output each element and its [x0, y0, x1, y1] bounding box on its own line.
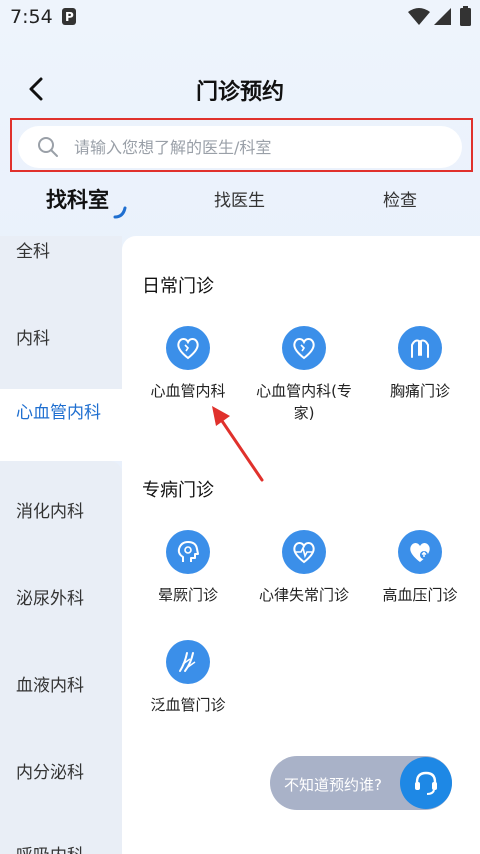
status-bar: 7:54 P	[0, 0, 480, 36]
sidebar-item-internal[interactable]: 内科	[0, 325, 122, 353]
section-title-daily: 日常门诊	[142, 276, 214, 297]
sidebar-item-general[interactable]: 全科	[0, 238, 122, 266]
tab-examination[interactable]: 检查	[383, 186, 417, 211]
annotation-arrow-icon	[212, 406, 264, 482]
signal-icon	[434, 8, 451, 25]
status-time: 7:54	[10, 6, 53, 28]
sidebar-item-urology[interactable]: 泌尿外科	[0, 585, 122, 613]
dept-syncope[interactable]: 晕厥门诊	[132, 530, 244, 606]
dept-label: 心律失常门诊	[258, 586, 349, 604]
tab-active-indicator	[113, 206, 127, 219]
tab-find-department[interactable]: 找科室	[46, 184, 109, 214]
search-input[interactable]	[74, 128, 444, 166]
vessel-icon	[166, 640, 210, 684]
page-title: 门诊预约	[195, 80, 284, 105]
dept-label: 心血管内科	[150, 382, 226, 400]
headset-icon[interactable]	[400, 757, 452, 809]
sidebar-item-cardiovascular[interactable]: 心血管内科	[0, 389, 122, 461]
dept-label: 高血压门诊	[382, 586, 458, 604]
dept-panvascular[interactable]: 泛血管门诊	[132, 640, 244, 716]
dept-chest-pain[interactable]: 胸痛门诊	[364, 326, 476, 402]
battery-icon	[460, 6, 471, 26]
dept-label: 泛血管门诊	[150, 696, 226, 714]
dept-cardiovascular[interactable]: 心血管内科	[132, 326, 244, 402]
heart-pressure-icon	[398, 530, 442, 574]
svg-text:P: P	[65, 10, 74, 24]
sidebar-item-endocrine[interactable]: 内分泌科	[0, 759, 122, 787]
sidebar-item-hematology[interactable]: 血液内科	[0, 672, 122, 700]
dept-arrhythmia[interactable]: 心律失常门诊	[248, 530, 360, 606]
department-sidebar: 全科 内科 心血管内科 消化内科 泌尿外科 血液内科 内分泌科 呼吸内科	[0, 236, 122, 854]
booking-helper-label: 不知道预约谁?	[284, 776, 382, 794]
chest-icon	[398, 326, 442, 370]
heart-icon	[166, 326, 210, 370]
wifi-icon	[408, 8, 430, 25]
sidebar-item-respiratory[interactable]: 呼吸内科	[0, 842, 122, 854]
heartbeat-icon	[282, 530, 326, 574]
parking-app-icon: P	[62, 8, 76, 25]
sidebar-item-gastro[interactable]: 消化内科	[0, 498, 122, 526]
head-icon	[166, 530, 210, 574]
dept-label: 晕厥门诊	[157, 586, 218, 604]
heart-icon	[282, 326, 326, 370]
search-icon	[38, 137, 58, 157]
dept-label: 胸痛门诊	[389, 382, 450, 400]
tab-find-doctor[interactable]: 找医生	[214, 186, 265, 211]
dept-hypertension[interactable]: 高血压门诊	[364, 530, 476, 606]
